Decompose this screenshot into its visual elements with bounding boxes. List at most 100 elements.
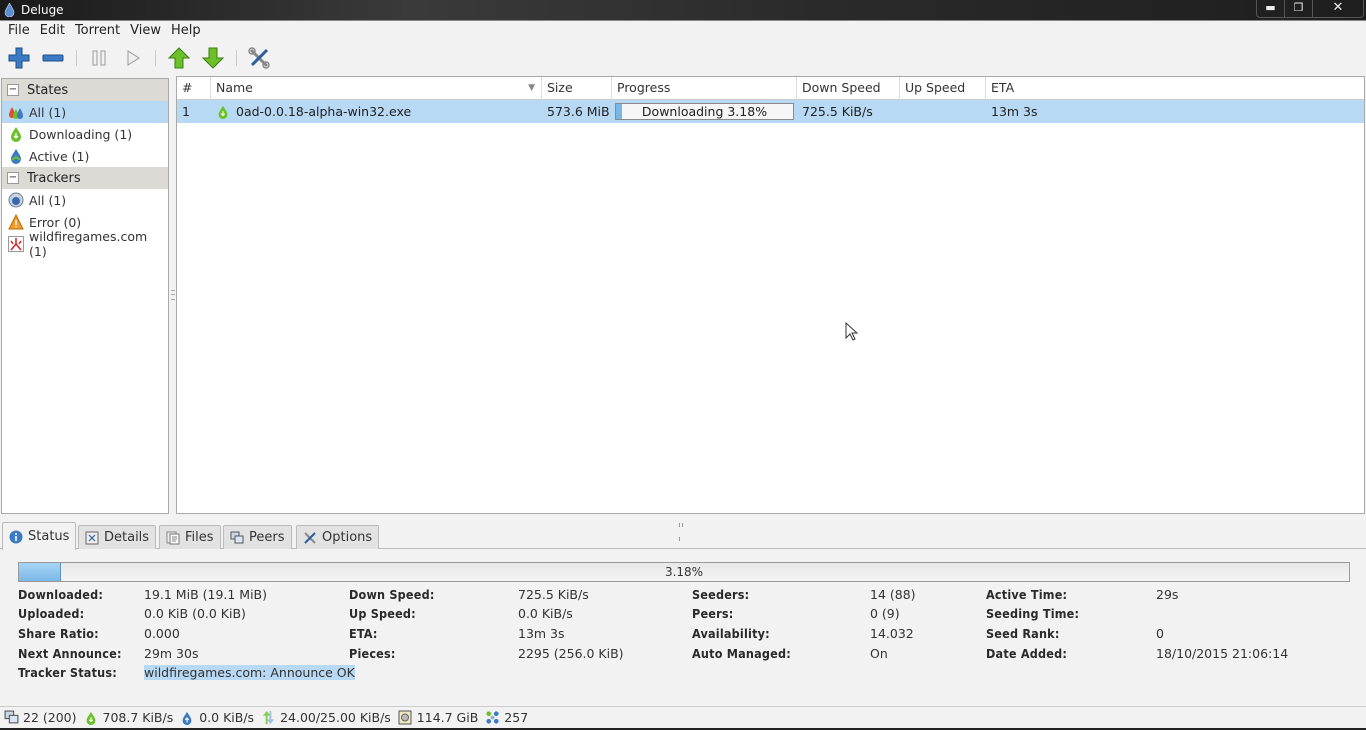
filter-sidebar: − States All (1) Downloading (1) Active …: [1, 78, 169, 514]
uploaded-label: Uploaded:: [18, 606, 85, 621]
arrow-up-icon: [168, 47, 190, 69]
upload-speed-indicator[interactable]: 0.0 KiB/s: [179, 710, 254, 726]
sidebar-item-state-all[interactable]: All (1): [2, 101, 168, 123]
all-states-icon: [8, 104, 24, 120]
pause-icon: [92, 50, 106, 66]
active-time-value: 29s: [1156, 587, 1179, 602]
torrent-progress-bar: Downloading 3.18%: [615, 103, 794, 120]
peers-label: Peers:: [692, 606, 734, 621]
torrent-row[interactable]: 1 0ad-0.0.18-alpha-win32.exe 573.6 MiB D…: [177, 100, 1364, 123]
toolbar-separator: [155, 50, 156, 66]
collapse-toggle[interactable]: −: [7, 172, 19, 184]
tools-icon: [248, 47, 270, 69]
seeding-time-label: Seeding Time:: [986, 606, 1080, 621]
tab-peers[interactable]: Peers: [223, 525, 292, 549]
torrent-index: 1: [182, 104, 190, 119]
toolbar-separator: [76, 50, 77, 66]
column-header-eta[interactable]: ETA: [986, 77, 1364, 100]
column-header-size[interactable]: Size: [542, 77, 612, 100]
remove-torrent-button[interactable]: [40, 45, 66, 71]
pane-resize-handle[interactable]: [679, 516, 687, 541]
trackers-header[interactable]: − Trackers: [2, 167, 168, 189]
queue-up-button[interactable]: [166, 45, 192, 71]
close-button[interactable]: ✕: [1313, 0, 1363, 17]
column-header-progress[interactable]: Progress: [612, 77, 797, 100]
queue-down-button[interactable]: [200, 45, 226, 71]
column-header-down-speed[interactable]: Down Speed: [797, 77, 900, 100]
auto-managed-value: On: [870, 646, 888, 661]
minimize-button[interactable]: ▬: [1257, 0, 1285, 17]
details-tabs: Status Details Files Peers Options: [0, 522, 1366, 550]
sidebar-item-tracker-wildfiregames[interactable]: wildfiregames.com (1): [2, 229, 168, 259]
up-speed-label: Up Speed:: [349, 606, 416, 621]
free-space-value: 114.7 GiB: [416, 710, 479, 725]
connections-icon: [3, 710, 19, 726]
tab-options[interactable]: Options: [296, 525, 380, 549]
tab-label: Peers: [249, 530, 285, 545]
sidebar-resize-handle[interactable]: [171, 290, 175, 300]
date-added-value: 18/10/2015 21:06:14: [1156, 646, 1289, 661]
torrent-name: 0ad-0.0.18-alpha-win32.exe: [236, 104, 412, 119]
states-header-label: States: [27, 82, 69, 98]
dht-nodes-value: 257: [504, 710, 529, 725]
next-announce-value: 29m 30s: [144, 646, 199, 661]
sidebar-item-tracker-all[interactable]: All (1): [2, 189, 168, 211]
torrent-down-speed: 725.5 KiB/s: [802, 104, 873, 119]
availability-label: Availability:: [692, 626, 770, 641]
add-torrent-button[interactable]: [6, 45, 32, 71]
share-ratio-value: 0.000: [144, 626, 180, 641]
protocol-traffic-indicator: 24.00/25.00 KiB/s: [260, 710, 391, 726]
sort-descending-icon: ▼: [528, 83, 535, 93]
menu-edit[interactable]: Edit: [35, 21, 70, 41]
menu-file[interactable]: File: [3, 21, 35, 41]
resume-button[interactable]: [120, 45, 146, 71]
tab-details[interactable]: Details: [78, 525, 157, 549]
pause-button[interactable]: [86, 45, 112, 71]
toolbar-separator: [236, 50, 237, 66]
column-header-name[interactable]: Name ▼: [211, 77, 542, 100]
sidebar-item-state-downloading[interactable]: Downloading (1): [2, 123, 168, 145]
warning-icon: [8, 214, 24, 230]
column-header-index[interactable]: #: [177, 77, 211, 100]
info-icon: [9, 530, 23, 544]
sidebar-item-state-active[interactable]: Active (1): [2, 145, 168, 167]
next-announce-label: Next Announce:: [18, 646, 122, 661]
torrent-eta: 13m 3s: [991, 104, 1038, 119]
tab-label: Options: [322, 530, 373, 545]
connections-indicator[interactable]: 22 (200): [3, 710, 77, 726]
seed-rank-value: 0: [1156, 626, 1164, 641]
states-header[interactable]: − States: [2, 79, 168, 101]
overall-progress-text: 3.18%: [664, 565, 704, 579]
peers-value: 0 (9): [870, 606, 900, 621]
tab-status[interactable]: Status: [2, 522, 77, 550]
menu-torrent[interactable]: Torrent: [70, 21, 125, 41]
tracker-status-label: Tracker Status:: [18, 665, 117, 680]
toolbar: [0, 42, 1366, 72]
auto-managed-label: Auto Managed:: [692, 646, 791, 661]
seeders-value: 14 (88): [870, 587, 916, 602]
preferences-button[interactable]: [246, 45, 272, 71]
disk-icon: [397, 710, 413, 726]
files-icon: [166, 531, 180, 545]
eta-label: ETA:: [349, 626, 378, 641]
restore-button[interactable]: ❐: [1285, 0, 1313, 17]
torrent-name-cell: 0ad-0.0.18-alpha-win32.exe: [211, 100, 411, 123]
tab-files[interactable]: Files: [159, 525, 221, 549]
free-space-indicator: 114.7 GiB: [397, 710, 479, 726]
status-bar: 22 (200) 708.7 KiB/s 0.0 KiB/s 24.00/25.…: [0, 706, 1366, 728]
tracker-status-value[interactable]: wildfiregames.com: Announce OK: [144, 665, 355, 680]
download-speed-indicator[interactable]: 708.7 KiB/s: [83, 710, 173, 726]
column-header-up-speed[interactable]: Up Speed: [900, 77, 986, 100]
play-icon: [127, 50, 140, 66]
torrent-progress-text: Downloading 3.18%: [641, 104, 768, 119]
collapse-toggle[interactable]: −: [7, 84, 19, 96]
menu-view[interactable]: View: [125, 21, 166, 41]
seeders-label: Seeders:: [692, 587, 750, 602]
menu-bar: File Edit Torrent View Help: [0, 21, 1366, 41]
deluge-app-icon: [4, 3, 15, 17]
plus-icon: [8, 47, 30, 69]
column-header-label: Name: [216, 80, 253, 95]
traffic-icon: [260, 710, 276, 726]
menu-help[interactable]: Help: [166, 21, 206, 41]
downloaded-value: 19.1 MiB (19.1 MiB): [144, 587, 268, 602]
